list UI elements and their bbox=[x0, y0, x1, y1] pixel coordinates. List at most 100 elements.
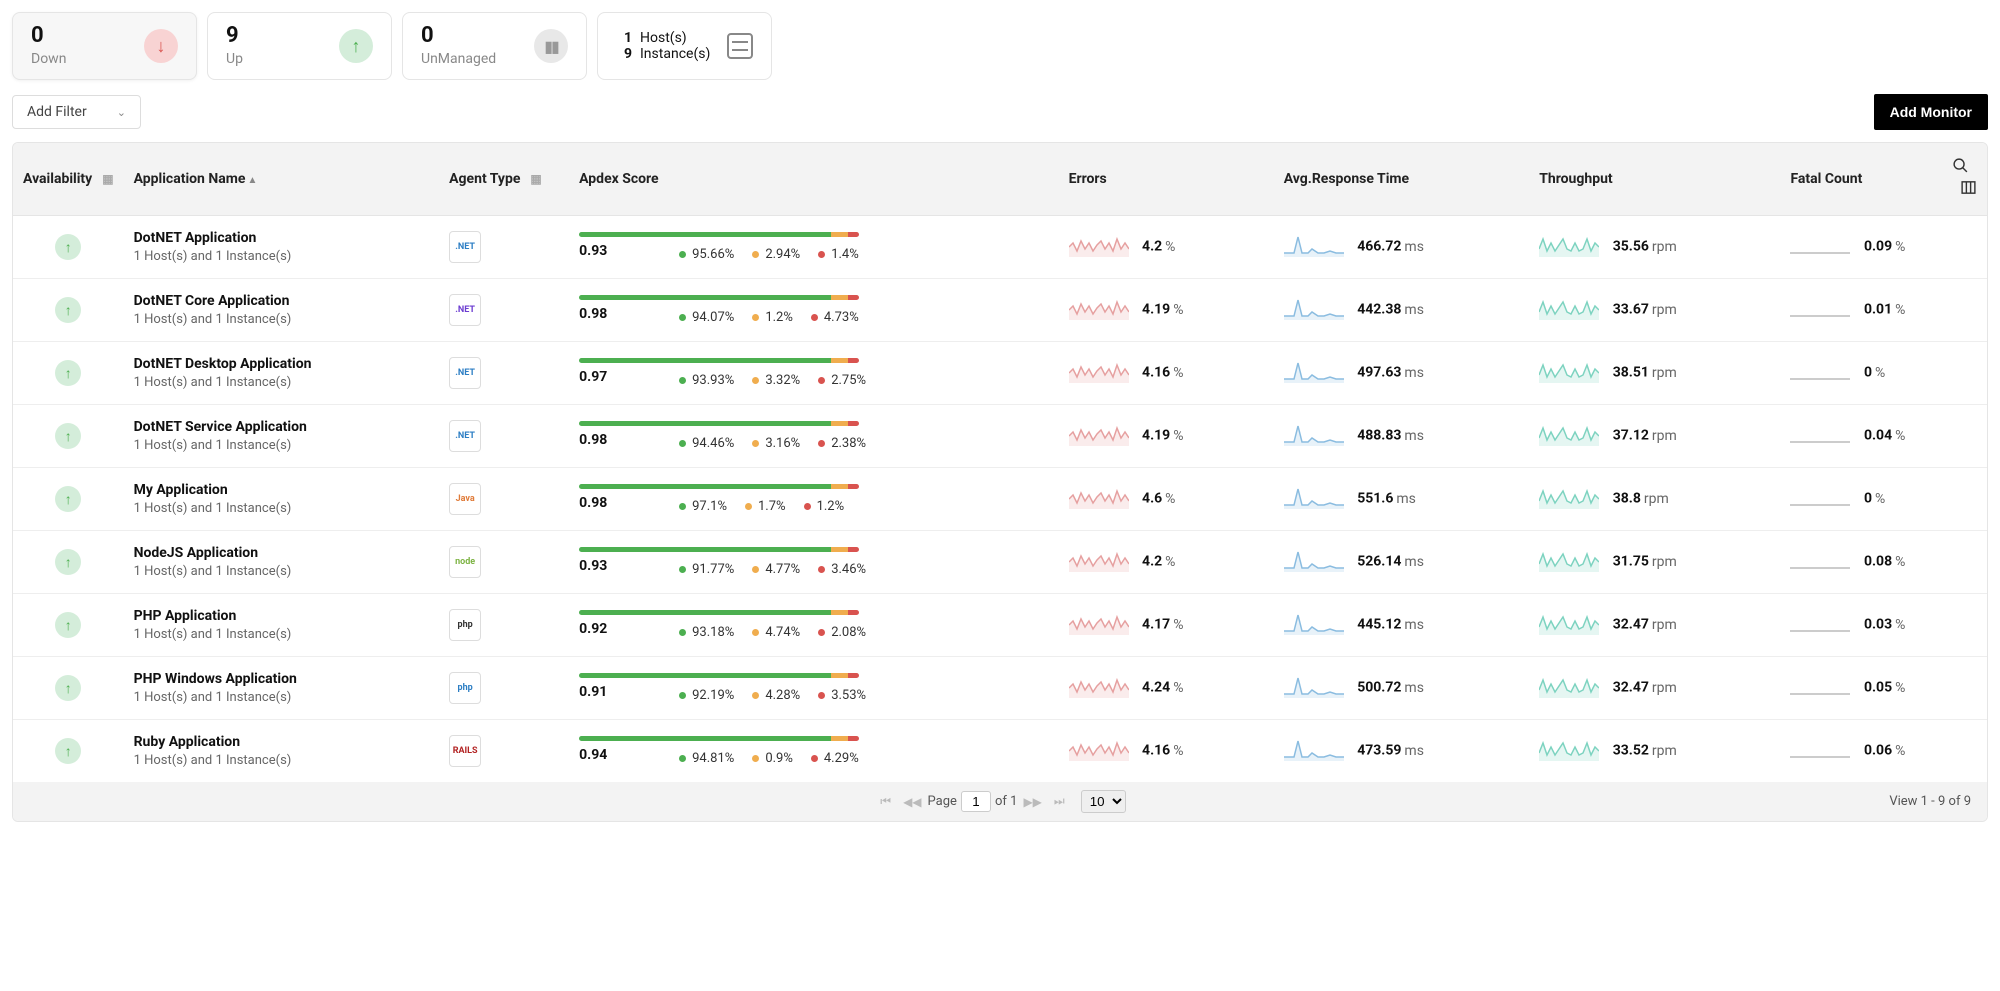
fatal-sparkline bbox=[1790, 611, 1850, 639]
table-row[interactable]: ↑ DotNET Core Application 1 Host(s) and … bbox=[13, 279, 1987, 342]
next-page-button[interactable]: ▶▶ bbox=[1017, 795, 1047, 809]
view-range: View 1 - 9 of 9 bbox=[1889, 794, 1971, 809]
throughput-sparkline bbox=[1539, 548, 1599, 576]
app-name[interactable]: NodeJS Application bbox=[134, 545, 430, 561]
table-row[interactable]: ↑ DotNET Application 1 Host(s) and 1 Ins… bbox=[13, 216, 1987, 279]
dot-red-icon bbox=[811, 755, 818, 762]
throughput-sparkline bbox=[1539, 296, 1599, 324]
filter-icon[interactable]: ▦ bbox=[530, 172, 541, 186]
table-row[interactable]: ↑ PHP Windows Application 1 Host(s) and … bbox=[13, 657, 1987, 720]
app-sub: 1 Host(s) and 1 Instance(s) bbox=[134, 564, 430, 579]
prev-page-button[interactable]: ◀◀ bbox=[897, 795, 927, 809]
apdex-bar bbox=[579, 232, 859, 237]
dot-yellow-icon bbox=[752, 692, 759, 699]
app-name[interactable]: Ruby Application bbox=[134, 734, 430, 750]
errors-sparkline bbox=[1069, 233, 1129, 261]
col-errors[interactable]: Errors bbox=[1059, 143, 1274, 216]
dot-yellow-icon bbox=[752, 314, 759, 321]
col-response[interactable]: Avg.Response Time bbox=[1274, 143, 1530, 216]
app-name[interactable]: My Application bbox=[134, 482, 430, 498]
table-row[interactable]: ↑ DotNET Service Application 1 Host(s) a… bbox=[13, 405, 1987, 468]
dot-green-icon bbox=[679, 440, 686, 447]
fatal-sparkline bbox=[1790, 485, 1850, 513]
status-up-icon: ↑ bbox=[55, 423, 81, 449]
dot-red-icon bbox=[818, 629, 825, 636]
dot-red-icon bbox=[804, 503, 811, 510]
app-name[interactable]: DotNET Core Application bbox=[134, 293, 430, 309]
controls-row: Add Filter ⌄ Add Monitor bbox=[12, 94, 1988, 130]
col-fatal[interactable]: Fatal Count bbox=[1780, 143, 1927, 216]
apdex-bar bbox=[579, 610, 859, 615]
apdex-bar bbox=[579, 673, 859, 678]
response-sparkline bbox=[1284, 422, 1344, 450]
col-throughput[interactable]: Throughput bbox=[1529, 143, 1780, 216]
errors-value: 4.16 bbox=[1142, 743, 1170, 759]
throughput-sparkline bbox=[1539, 422, 1599, 450]
filter-icon[interactable]: ▦ bbox=[102, 172, 113, 186]
dot-red-icon bbox=[818, 566, 825, 573]
errors-sparkline bbox=[1069, 485, 1129, 513]
response-value: 551.6 bbox=[1357, 491, 1393, 507]
throughput-sparkline bbox=[1539, 359, 1599, 387]
col-apdex[interactable]: Apdex Score bbox=[569, 143, 1058, 216]
instances-label: Instance(s) bbox=[640, 46, 710, 62]
throughput-value: 32.47 bbox=[1613, 680, 1649, 696]
fatal-value: 0 bbox=[1864, 491, 1872, 507]
col-availability[interactable]: Availability▦ bbox=[13, 143, 124, 216]
fatal-sparkline bbox=[1790, 674, 1850, 702]
columns-icon[interactable] bbox=[1960, 181, 1977, 201]
response-sparkline bbox=[1284, 611, 1344, 639]
last-page-button[interactable]: ⏭ bbox=[1048, 794, 1071, 809]
errors-value: 4.6 bbox=[1142, 491, 1162, 507]
summary-down-card[interactable]: 0 Down ↓ bbox=[12, 12, 197, 80]
response-sparkline bbox=[1284, 548, 1344, 576]
add-monitor-button[interactable]: Add Monitor bbox=[1874, 94, 1988, 130]
throughput-sparkline bbox=[1539, 485, 1599, 513]
dot-green-icon bbox=[679, 503, 686, 510]
status-up-icon: ↑ bbox=[55, 738, 81, 764]
unmanaged-count: 0 bbox=[421, 25, 496, 47]
table-row[interactable]: ↑ PHP Application 1 Host(s) and 1 Instan… bbox=[13, 594, 1987, 657]
dot-yellow-icon bbox=[752, 251, 759, 258]
summary-unmanaged-card[interactable]: 0 UnManaged ▮▮ bbox=[402, 12, 587, 80]
response-value: 473.59 bbox=[1357, 743, 1401, 759]
app-name[interactable]: DotNET Service Application bbox=[134, 419, 430, 435]
throughput-value: 38.51 bbox=[1613, 365, 1649, 381]
app-name[interactable]: PHP Application bbox=[134, 608, 430, 624]
table-row[interactable]: ↑ Ruby Application 1 Host(s) and 1 Insta… bbox=[13, 720, 1987, 783]
summary-hosts-card[interactable]: 1Host(s) 9Instance(s) bbox=[597, 12, 772, 80]
up-count: 9 bbox=[226, 25, 243, 47]
errors-sparkline bbox=[1069, 611, 1129, 639]
summary-up-card[interactable]: 9 Up ↑ bbox=[207, 12, 392, 80]
fatal-sparkline bbox=[1790, 422, 1850, 450]
table-row[interactable]: ↑ My Application 1 Host(s) and 1 Instanc… bbox=[13, 468, 1987, 531]
search-icon[interactable] bbox=[1952, 159, 1973, 179]
throughput-sparkline bbox=[1539, 674, 1599, 702]
throughput-sparkline bbox=[1539, 737, 1599, 765]
arrow-down-icon: ↓ bbox=[144, 29, 178, 63]
dot-red-icon bbox=[818, 251, 825, 258]
apdex-bar bbox=[579, 547, 859, 552]
response-value: 500.72 bbox=[1357, 680, 1401, 696]
errors-sparkline bbox=[1069, 422, 1129, 450]
errors-value: 4.2 bbox=[1142, 554, 1162, 570]
apdex-score: 0.98 bbox=[579, 495, 607, 511]
app-name[interactable]: DotNET Desktop Application bbox=[134, 356, 430, 372]
table-row[interactable]: ↑ NodeJS Application 1 Host(s) and 1 Ins… bbox=[13, 531, 1987, 594]
first-page-button[interactable]: ⏮ bbox=[874, 794, 897, 809]
errors-sparkline bbox=[1069, 359, 1129, 387]
page-input[interactable] bbox=[961, 791, 991, 812]
table-row[interactable]: ↑ DotNET Desktop Application 1 Host(s) a… bbox=[13, 342, 1987, 405]
apdex-score: 0.92 bbox=[579, 621, 607, 637]
app-name[interactable]: PHP Windows Application bbox=[134, 671, 430, 687]
add-filter-dropdown[interactable]: Add Filter ⌄ bbox=[12, 95, 141, 129]
dot-yellow-icon bbox=[752, 755, 759, 762]
col-app-name[interactable]: Application Name▲ bbox=[124, 143, 440, 216]
throughput-sparkline bbox=[1539, 611, 1599, 639]
col-agent-type[interactable]: Agent Type▦ bbox=[439, 143, 569, 216]
throughput-sparkline bbox=[1539, 233, 1599, 261]
response-sparkline bbox=[1284, 296, 1344, 324]
arrow-up-icon: ↑ bbox=[339, 29, 373, 63]
page-size-select[interactable]: 10 bbox=[1081, 790, 1126, 813]
app-name[interactable]: DotNET Application bbox=[134, 230, 430, 246]
